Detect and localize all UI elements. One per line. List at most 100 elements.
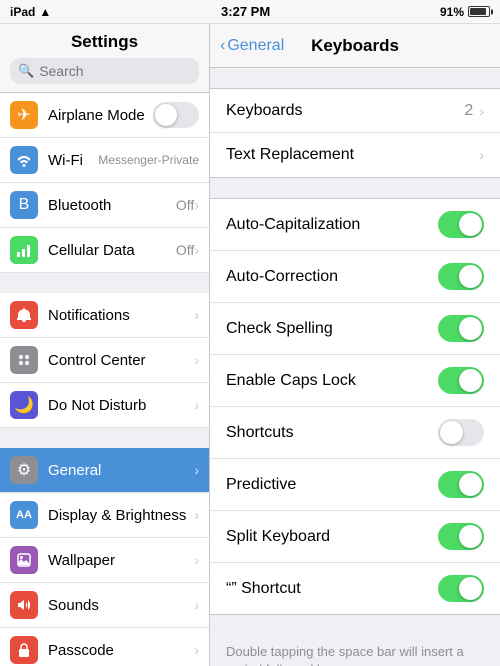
caps-lock-toggle[interactable]	[438, 367, 484, 394]
control-center-icon	[10, 346, 38, 374]
settings-group-1: Keyboards 2 › Text Replacement ›	[210, 88, 500, 178]
check-spelling-toggle[interactable]	[438, 315, 484, 342]
chevron-icon: ›	[194, 507, 199, 523]
chevron-icon: ›	[194, 242, 199, 258]
page-title: Keyboards	[311, 36, 399, 56]
predictive-toggle[interactable]	[438, 471, 484, 498]
notifications-icon	[10, 301, 38, 329]
chevron-icon: ›	[194, 462, 199, 478]
sidebar-section-preferences: ⚙ General › AA Display & Brightness ›	[0, 448, 209, 666]
sidebar-header: Settings 🔍	[0, 24, 209, 93]
display-icon: AA	[10, 501, 38, 529]
sidebar-item-passcode[interactable]: Passcode ›	[0, 628, 209, 666]
right-header: ‹ General Keyboards	[210, 24, 500, 68]
chevron-icon: ›	[194, 397, 199, 413]
sidebar-item-wifi[interactable]: Wi-Fi Messenger-Private	[0, 138, 209, 183]
chevron-icon: ›	[479, 103, 484, 119]
auto-capitalization-row[interactable]: Auto-Capitalization	[210, 199, 500, 251]
cellular-icon	[10, 236, 38, 264]
sidebar-item-label: Sounds	[48, 597, 194, 614]
shortcuts-toggle[interactable]	[438, 419, 484, 446]
wifi-icon: ▲	[39, 5, 51, 19]
sidebar-section-system: Notifications › Control Center › 🌙	[0, 293, 209, 428]
chevron-icon: ›	[194, 197, 199, 213]
battery-percent: 91%	[440, 5, 464, 19]
row-label: Predictive	[226, 476, 438, 494]
smart-quote-row[interactable]: “” Shortcut	[210, 563, 500, 614]
right-content: Keyboards 2 › Text Replacement › Auto-Ca…	[210, 68, 500, 666]
chevron-icon: ›	[194, 642, 199, 658]
split-keyboard-row[interactable]: Split Keyboard	[210, 511, 500, 563]
enable-caps-lock-row[interactable]: Enable Caps Lock	[210, 355, 500, 407]
airplane-toggle[interactable]	[153, 102, 199, 128]
section-gap-2	[0, 428, 209, 448]
chevron-icon: ›	[479, 147, 484, 163]
row-label: Keyboards	[226, 102, 464, 120]
sidebar: Settings 🔍 ✈ Airplane Mode	[0, 24, 210, 666]
split-keyboard-toggle[interactable]	[438, 523, 484, 550]
chevron-icon: ›	[194, 352, 199, 368]
auto-correct-toggle[interactable]	[438, 263, 484, 290]
sidebar-item-label: Cellular Data	[48, 242, 176, 259]
keyboards-row[interactable]: Keyboards 2 ›	[210, 89, 500, 133]
smart-quote-toggle[interactable]	[438, 575, 484, 602]
sidebar-item-display[interactable]: AA Display & Brightness ›	[0, 493, 209, 538]
row-label: Auto-Capitalization	[226, 216, 438, 234]
row-label: Shortcuts	[226, 424, 438, 442]
sidebar-item-notifications[interactable]: Notifications ›	[0, 293, 209, 338]
sidebar-item-cellular[interactable]: Cellular Data Off ›	[0, 228, 209, 273]
wifi-icon	[10, 146, 38, 174]
search-bar[interactable]: 🔍	[10, 58, 199, 84]
sidebar-item-dnd[interactable]: 🌙 Do Not Disturb ›	[0, 383, 209, 428]
back-label: General	[227, 37, 284, 55]
app-container: Settings 🔍 ✈ Airplane Mode	[0, 24, 500, 666]
settings-group-2: Auto-Capitalization Auto-Correction Chec…	[210, 198, 500, 615]
search-input[interactable]	[39, 63, 191, 79]
sidebar-title: Settings	[10, 32, 199, 58]
ipad-label: iPad	[10, 5, 35, 19]
sidebar-section-connectivity: ✈ Airplane Mode Wi-Fi Messenger-Private …	[0, 93, 209, 273]
sidebar-item-label: Bluetooth	[48, 197, 176, 214]
back-chevron-icon: ‹	[220, 37, 225, 55]
text-replacement-row[interactable]: Text Replacement ›	[210, 133, 500, 177]
row-label: Auto-Correction	[226, 268, 438, 286]
chevron-icon: ›	[194, 597, 199, 613]
status-time: 3:27 PM	[221, 4, 270, 19]
status-left: iPad ▲	[10, 5, 51, 19]
sidebar-item-label: Wallpaper	[48, 552, 194, 569]
sidebar-item-control-center[interactable]: Control Center ›	[0, 338, 209, 383]
footnote: Double tapping the space bar will insert…	[210, 635, 500, 666]
back-button[interactable]: ‹ General	[220, 37, 284, 55]
right-panel: ‹ General Keyboards Keyboards 2 › Text R…	[210, 24, 500, 666]
shortcuts-row[interactable]: Shortcuts	[210, 407, 500, 459]
sidebar-item-label: Control Center	[48, 352, 194, 369]
sidebar-item-general[interactable]: ⚙ General ›	[0, 448, 209, 493]
search-icon: 🔍	[18, 63, 34, 79]
row-label: Split Keyboard	[226, 528, 438, 546]
row-label: Enable Caps Lock	[226, 372, 438, 390]
sidebar-item-sounds[interactable]: Sounds ›	[0, 583, 209, 628]
status-right: 91%	[440, 5, 490, 19]
sidebar-item-label: Do Not Disturb	[48, 397, 194, 414]
check-spelling-row[interactable]: Check Spelling	[210, 303, 500, 355]
auto-correction-row[interactable]: Auto-Correction	[210, 251, 500, 303]
sidebar-item-wallpaper[interactable]: Wallpaper ›	[0, 538, 209, 583]
bluetooth-icon: B	[10, 191, 38, 219]
wallpaper-icon	[10, 546, 38, 574]
sounds-icon	[10, 591, 38, 619]
predictive-row[interactable]: Predictive	[210, 459, 500, 511]
airplane-icon: ✈	[10, 101, 38, 129]
sidebar-item-label: Notifications	[48, 307, 194, 324]
sidebar-item-airplane[interactable]: ✈ Airplane Mode	[0, 93, 209, 138]
row-label: Check Spelling	[226, 320, 438, 338]
sidebar-item-bluetooth[interactable]: B Bluetooth Off ›	[0, 183, 209, 228]
auto-cap-toggle[interactable]	[438, 211, 484, 238]
chevron-icon: ›	[194, 307, 199, 323]
row-label: “” Shortcut	[226, 580, 438, 598]
sidebar-item-label: General	[48, 462, 194, 479]
sidebar-item-label: Airplane Mode	[48, 107, 153, 124]
status-bar: iPad ▲ 3:27 PM 91%	[0, 0, 500, 24]
sidebar-item-label: Wi-Fi	[48, 152, 98, 169]
bluetooth-value: Off	[176, 197, 194, 213]
passcode-icon	[10, 636, 38, 664]
